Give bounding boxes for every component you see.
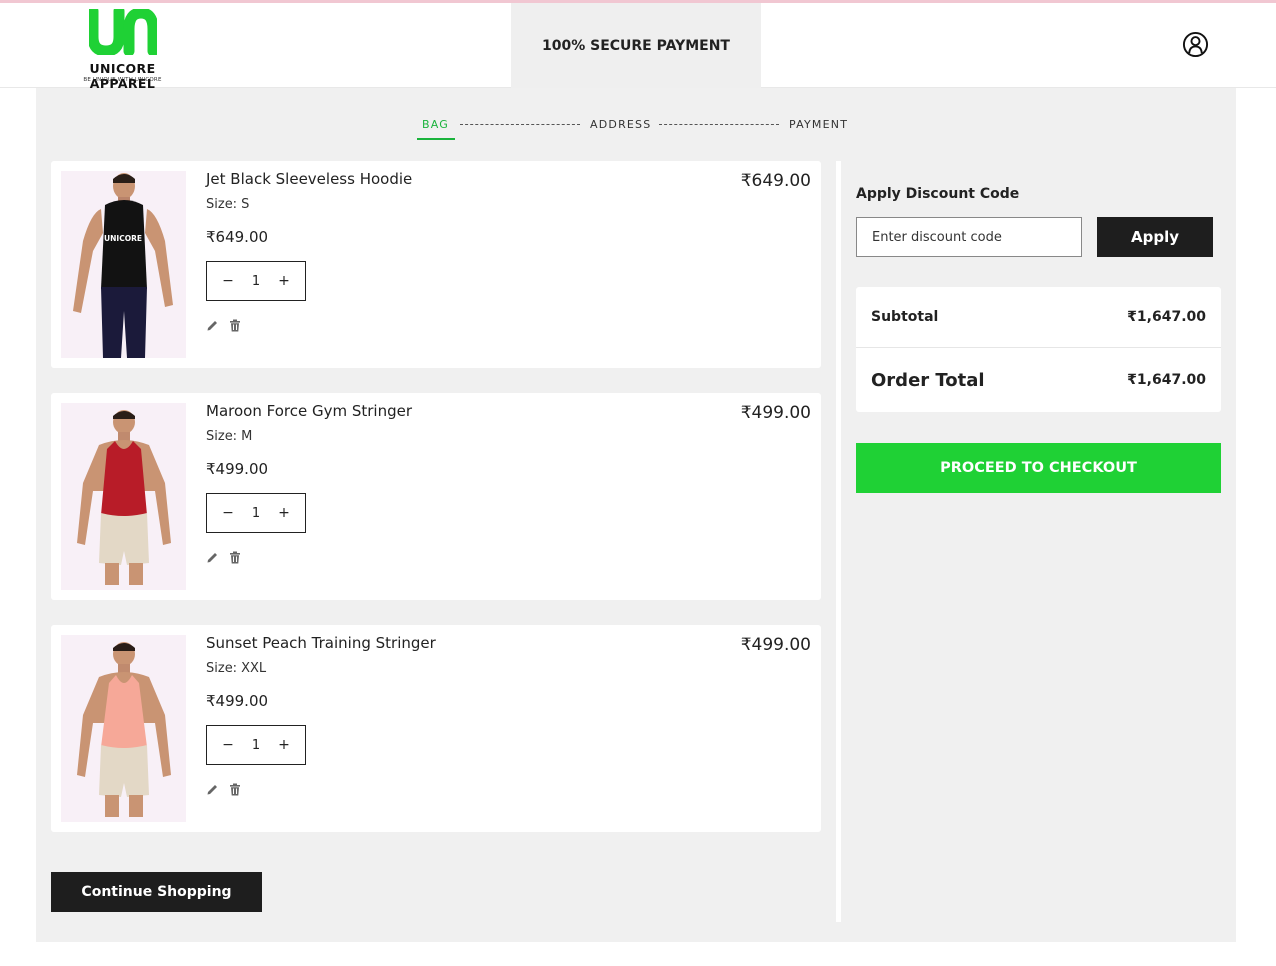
increase-quantity-button[interactable]: + [277, 505, 291, 521]
unit-price: ₹649.00 [206, 228, 269, 246]
quantity-value: 1 [251, 273, 261, 289]
site-header: UNICORE APPAREL BE UNIQUE WITH UNICORE 1… [0, 3, 1276, 91]
continue-shopping-button[interactable]: Continue Shopping [51, 872, 262, 912]
trash-icon[interactable] [229, 783, 241, 796]
item-actions [206, 319, 241, 332]
product-name[interactable]: Maroon Force Gym Stringer [206, 402, 412, 420]
unit-price: ₹499.00 [206, 460, 269, 478]
brand-mark-icon [89, 9, 157, 55]
product-name[interactable]: Jet Black Sleeveless Hoodie [206, 170, 412, 188]
step-connector [460, 124, 580, 125]
decrease-quantity-button[interactable]: − [221, 737, 235, 753]
quantity-stepper: − 1 + [206, 725, 306, 765]
line-total: ₹499.00 [740, 635, 811, 655]
secure-payment-banner: 100% SECURE PAYMENT [511, 3, 761, 88]
pencil-icon[interactable] [206, 551, 219, 564]
product-image[interactable]: UNICORE [61, 171, 186, 358]
decrease-quantity-button[interactable]: − [221, 273, 235, 289]
line-total: ₹499.00 [740, 403, 811, 423]
product-size: Size: S [206, 197, 250, 212]
quantity-value: 1 [251, 737, 261, 753]
discount-title: Apply Discount Code [856, 186, 1020, 202]
quantity-stepper: − 1 + [206, 261, 306, 301]
discount-code-input[interactable] [856, 217, 1082, 257]
proceed-to-checkout-button[interactable]: PROCEED TO CHECKOUT [856, 443, 1221, 493]
item-actions [206, 783, 241, 796]
trash-icon[interactable] [229, 319, 241, 332]
cart-item: UNICORE Jet Black Sleeveless Hoodie Size… [51, 161, 821, 368]
brand-logo[interactable]: UNICORE APPAREL BE UNIQUE WITH UNICORE [55, 9, 190, 91]
step-payment[interactable]: PAYMENT [789, 118, 848, 131]
decrease-quantity-button[interactable]: − [221, 505, 235, 521]
column-divider [836, 161, 841, 922]
product-size: Size: XXL [206, 661, 267, 676]
subtotal-row: Subtotal ₹1,647.00 [856, 287, 1221, 348]
step-bag[interactable]: BAG [422, 118, 449, 131]
pencil-icon[interactable] [206, 319, 219, 332]
product-size: Size: M [206, 429, 253, 444]
item-actions [206, 551, 241, 564]
user-circle-icon[interactable] [1182, 31, 1209, 58]
order-summary: Subtotal ₹1,647.00 Order Total ₹1,647.00 [856, 287, 1221, 412]
checkout-steps: BAG ADDRESS PAYMENT [36, 116, 1236, 146]
step-address[interactable]: ADDRESS [590, 118, 651, 131]
order-total-row: Order Total ₹1,647.00 [856, 348, 1221, 412]
shirt-print-text: UNICORE [104, 234, 142, 243]
brand-tagline: BE UNIQUE WITH UNICORE [83, 77, 162, 83]
quantity-stepper: − 1 + [206, 493, 306, 533]
pencil-icon[interactable] [206, 783, 219, 796]
step-connector [659, 124, 779, 125]
product-name[interactable]: Sunset Peach Training Stringer [206, 634, 436, 652]
subtotal-value: ₹1,647.00 [1127, 309, 1206, 325]
cart-page: BAG ADDRESS PAYMENT UNICORE Jet Black Sl… [36, 88, 1236, 942]
cart-item: Sunset Peach Training Stringer Size: XXL … [51, 625, 821, 832]
order-total-value: ₹1,647.00 [1127, 372, 1206, 388]
increase-quantity-button[interactable]: + [277, 273, 291, 289]
line-total: ₹649.00 [740, 171, 811, 191]
apply-discount-button[interactable]: Apply [1097, 217, 1213, 257]
cart-item: Maroon Force Gym Stringer Size: M ₹499.00… [51, 393, 821, 600]
increase-quantity-button[interactable]: + [277, 737, 291, 753]
step-active-underline [417, 138, 455, 140]
subtotal-label: Subtotal [871, 309, 939, 325]
product-image[interactable] [61, 635, 186, 822]
product-image[interactable] [61, 403, 186, 590]
trash-icon[interactable] [229, 551, 241, 564]
brand-name: UNICORE APPAREL [89, 61, 156, 91]
quantity-value: 1 [251, 505, 261, 521]
unit-price: ₹499.00 [206, 692, 269, 710]
order-total-label: Order Total [871, 369, 985, 391]
